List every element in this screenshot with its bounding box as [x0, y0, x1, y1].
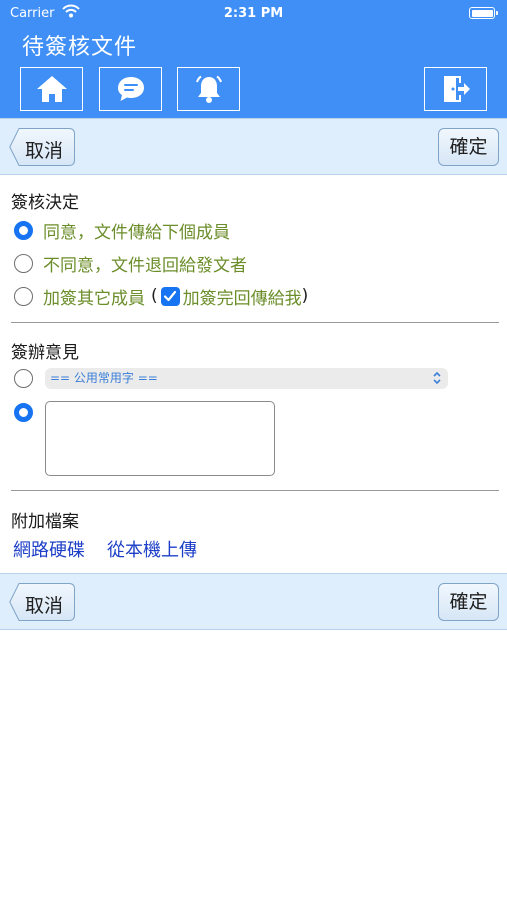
radio-custom-text[interactable] — [14, 402, 33, 422]
battery-icon — [469, 7, 498, 19]
option-add-signer[interactable]: 加簽其它成員 ( 加簽完回傳給我 ) — [14, 284, 309, 309]
logout-button[interactable] — [424, 67, 487, 111]
opinion-textarea[interactable] — [45, 401, 275, 476]
attachments-title: 附加檔案 — [11, 512, 79, 532]
notifications-button[interactable] — [177, 67, 240, 111]
bottom-action-bar: 取消 確定 — [0, 573, 507, 630]
status-time: 2:31 PM — [223, 6, 284, 21]
option-add-signer-label: 加簽其它成員 — [43, 288, 145, 309]
option-phrase[interactable] — [14, 366, 33, 390]
radio-add-signer[interactable] — [14, 286, 33, 306]
option-custom-text[interactable] — [14, 400, 33, 424]
page-title: 待簽核文件 — [22, 35, 138, 60]
network-drive-link[interactable]: 網路硬碟 — [13, 540, 85, 561]
phrase-select[interactable]: == 公用常用字 == — [45, 368, 448, 389]
confirm-button-top[interactable]: 確定 — [438, 128, 499, 166]
check-icon — [164, 290, 177, 302]
messages-button[interactable] — [99, 67, 162, 111]
status-bar: Carrier 2:31 PM — [0, 0, 507, 28]
return-checkbox-label: 加簽完回傳給我 — [182, 288, 302, 309]
attachment-links: 網路硬碟 從本機上傳 — [13, 536, 197, 562]
top-action-bar: 取消 確定 — [0, 118, 507, 175]
confirm-button-bottom[interactable]: 確定 — [438, 583, 499, 621]
divider — [11, 322, 499, 323]
divider — [11, 490, 499, 491]
option-approve-label: 同意，文件傳給下個成員 — [43, 222, 230, 243]
app-header: Carrier 2:31 PM 待簽核文件 — [0, 0, 507, 118]
bell-icon — [195, 75, 222, 103]
opinion-title: 簽辦意見 — [11, 343, 79, 363]
cancel-label: 取消 — [25, 140, 64, 162]
home-icon — [36, 76, 67, 102]
option-approve[interactable]: 同意，文件傳給下個成員 — [14, 218, 230, 243]
cancel-label: 取消 — [25, 595, 64, 617]
radio-approve[interactable] — [14, 220, 33, 240]
chat-icon — [117, 77, 144, 101]
updown-chevron-icon — [433, 371, 441, 385]
close-paren: ) — [301, 286, 309, 306]
option-reject-label: 不同意，文件退回給發文者 — [43, 255, 247, 276]
radio-reject[interactable] — [14, 253, 33, 273]
return-checkbox[interactable] — [160, 286, 180, 306]
home-button[interactable] — [20, 67, 83, 111]
local-upload-link[interactable]: 從本機上傳 — [107, 540, 197, 561]
logout-icon — [443, 76, 470, 102]
phrase-select-value: == 公用常用字 == — [50, 371, 158, 385]
open-paren: ( — [151, 286, 158, 306]
option-reject[interactable]: 不同意，文件退回給發文者 — [14, 251, 247, 276]
radio-phrase[interactable] — [14, 368, 33, 388]
decision-title: 簽核決定 — [11, 193, 79, 213]
